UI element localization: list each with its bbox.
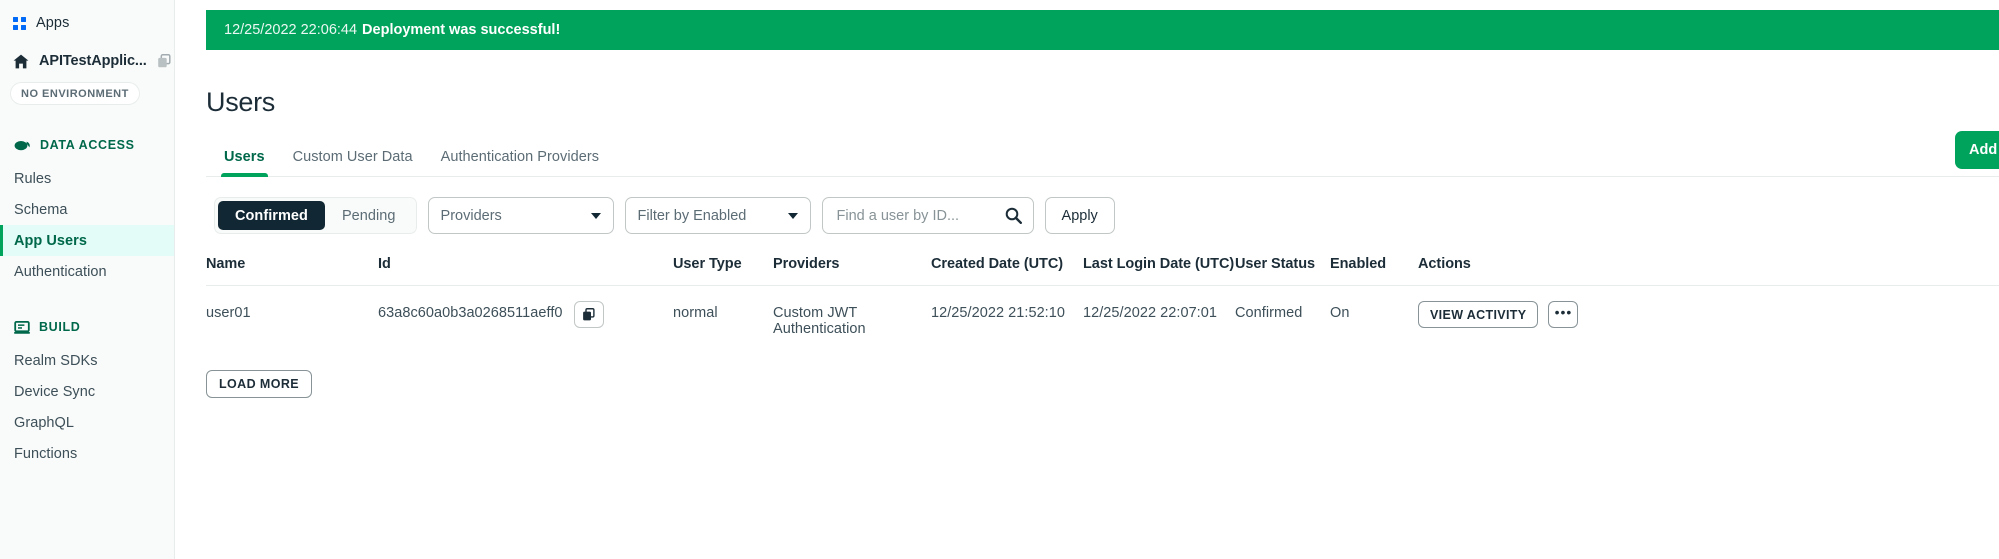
laptop-icon bbox=[14, 320, 30, 334]
enabled-filter-select[interactable]: Filter by Enabled bbox=[624, 197, 811, 234]
cloud-icon bbox=[14, 141, 30, 151]
home-icon bbox=[13, 54, 29, 68]
segment-confirmed[interactable]: Confirmed bbox=[218, 201, 325, 230]
column-header-user-status: User Status bbox=[1235, 256, 1316, 272]
cell-created-date: 12/25/2022 21:52:10 bbox=[931, 305, 1065, 321]
tab-label: Users bbox=[224, 149, 265, 165]
sidebar-item-label: Functions bbox=[14, 445, 78, 462]
sidebar-item-app-users[interactable]: App Users bbox=[0, 225, 174, 256]
apply-filters-button[interactable]: Apply bbox=[1044, 197, 1115, 234]
column-header-name: Name bbox=[206, 256, 246, 272]
sidebar-item-authentication[interactable]: Authentication bbox=[0, 256, 174, 287]
cell-last-login-date: 12/25/2022 22:07:01 bbox=[1083, 305, 1217, 321]
sidebar-item-functions[interactable]: Functions bbox=[0, 438, 174, 469]
cell-enabled: On bbox=[1330, 305, 1350, 321]
search-input[interactable] bbox=[834, 206, 1000, 225]
sidebar-item-device-sync[interactable]: Device Sync bbox=[0, 376, 174, 407]
banner-timestamp: 12/25/2022 22:06:44 bbox=[224, 22, 358, 38]
sidebar-app-row[interactable]: APITestApplic... bbox=[0, 42, 174, 80]
cell-user-type: normal bbox=[673, 305, 718, 321]
cell-id: 63a8c60a0b3a0268511aeff0 bbox=[378, 286, 673, 357]
sidebar-item-label: App Users bbox=[14, 232, 87, 249]
deployment-success-banner: 12/25/2022 22:06:44 Deployment was succe… bbox=[206, 10, 1999, 50]
tab-users[interactable]: Users bbox=[210, 149, 279, 177]
sidebar-item-realm-sdks[interactable]: Realm SDKs bbox=[0, 345, 174, 376]
copy-icon bbox=[583, 308, 595, 321]
table-row: user01 63a8c60a0b3a0268511aeff0 normal C… bbox=[206, 286, 1999, 357]
banner-message: Deployment was successful! bbox=[362, 22, 561, 38]
column-header-user-type: User Type bbox=[673, 256, 742, 272]
user-id-value: 63a8c60a0b3a0268511aeff0 bbox=[378, 305, 563, 321]
column-header-providers: Providers bbox=[773, 256, 840, 272]
cell-user-status: Confirmed bbox=[1235, 305, 1303, 321]
sidebar-section-label: BUILD bbox=[39, 320, 81, 334]
copy-icon[interactable] bbox=[157, 54, 171, 68]
sidebar: Apps APITestApplic... NO ENVIRONMENT DAT… bbox=[0, 0, 175, 559]
load-more-button[interactable]: LOAD MORE bbox=[206, 370, 312, 398]
column-header-enabled: Enabled bbox=[1330, 256, 1387, 272]
status-segmented-control: Confirmed Pending bbox=[214, 197, 417, 234]
providers-select-value: Providers bbox=[440, 207, 502, 224]
tab-bar: Users Custom User Data Authentication Pr… bbox=[206, 140, 1999, 177]
column-header-last-login-date: Last Login Date (UTC) bbox=[1083, 256, 1235, 272]
providers-select[interactable]: Providers bbox=[427, 197, 614, 234]
main-content: 12/25/2022 22:06:44 Deployment was succe… bbox=[175, 0, 1999, 559]
sidebar-item-label: Realm SDKs bbox=[14, 352, 98, 369]
sidebar-item-label: Rules bbox=[14, 170, 52, 187]
sidebar-item-label: GraphQL bbox=[14, 414, 74, 431]
sidebar-apps-link[interactable]: Apps bbox=[0, 4, 174, 42]
tab-custom-user-data[interactable]: Custom User Data bbox=[279, 149, 427, 176]
sidebar-item-label: Authentication bbox=[14, 263, 107, 280]
cell-name: user01 bbox=[206, 305, 251, 321]
apps-grid-icon bbox=[13, 16, 26, 30]
sidebar-section-data-access: DATA ACCESS bbox=[0, 135, 174, 155]
sidebar-item-schema[interactable]: Schema bbox=[0, 194, 174, 225]
view-activity-button[interactable]: VIEW ACTIVITY bbox=[1418, 301, 1539, 328]
sidebar-item-rules[interactable]: Rules bbox=[0, 163, 174, 194]
chevron-down-icon bbox=[590, 212, 601, 219]
users-page: Users Users Custom User Data Authenticat… bbox=[206, 72, 1999, 559]
segment-pending[interactable]: Pending bbox=[325, 201, 413, 230]
chevron-down-icon bbox=[787, 212, 798, 219]
copy-id-button[interactable] bbox=[573, 301, 604, 328]
table-header-row: Name Id User Type Providers Created Date… bbox=[206, 256, 1999, 286]
sidebar-item-label: Schema bbox=[14, 201, 68, 218]
tab-authentication-providers[interactable]: Authentication Providers bbox=[427, 149, 613, 176]
sidebar-item-graphql[interactable]: GraphQL bbox=[0, 407, 174, 438]
column-header-actions: Actions bbox=[1418, 256, 1471, 272]
sidebar-section-label: DATA ACCESS bbox=[40, 138, 135, 152]
sidebar-section-build: BUILD bbox=[0, 317, 174, 337]
page-title: Users bbox=[206, 87, 276, 117]
column-header-id: Id bbox=[378, 256, 391, 272]
sidebar-app-name: APITestApplic... bbox=[39, 53, 147, 69]
column-header-created-date: Created Date (UTC) bbox=[931, 256, 1064, 272]
app-root: Apps APITestApplic... NO ENVIRONMENT DAT… bbox=[0, 0, 1999, 559]
tab-label: Authentication Providers bbox=[440, 149, 599, 165]
tab-label: Custom User Data bbox=[292, 149, 413, 165]
filter-bar: Confirmed Pending Providers Filter by En… bbox=[206, 197, 1999, 234]
users-table: Name Id User Type Providers Created Date… bbox=[206, 256, 1999, 356]
sidebar-item-label: Device Sync bbox=[14, 383, 96, 400]
row-more-options-button[interactable]: ••• bbox=[1548, 301, 1579, 328]
cell-providers: Custom JWT Authentication bbox=[773, 305, 866, 337]
environment-badge: NO ENVIRONMENT bbox=[10, 82, 140, 105]
user-search-box[interactable] bbox=[821, 197, 1034, 234]
cell-actions: VIEW ACTIVITY ••• bbox=[1418, 286, 1999, 357]
sidebar-apps-label: Apps bbox=[36, 15, 70, 31]
enabled-filter-value: Filter by Enabled bbox=[637, 207, 747, 224]
search-icon[interactable] bbox=[1005, 207, 1022, 224]
